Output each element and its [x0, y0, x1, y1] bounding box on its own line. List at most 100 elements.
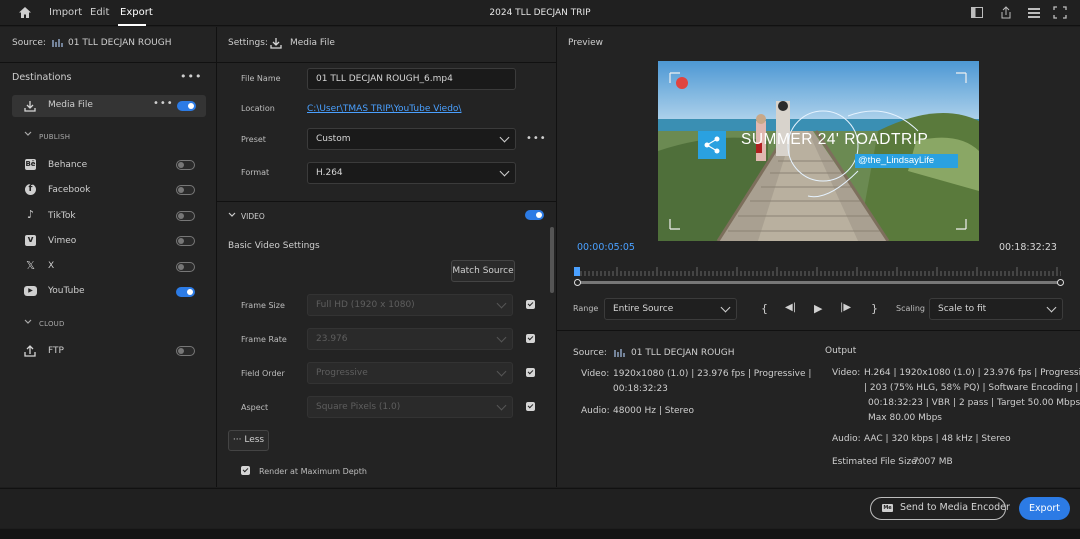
destination-behance[interactable]: Behance	[48, 160, 87, 170]
source-video-label: Video:	[581, 369, 610, 379]
format-value: H.264	[316, 168, 343, 178]
fullscreen-icon[interactable]	[1053, 6, 1067, 19]
destination-facebook[interactable]: Facebook	[48, 185, 90, 195]
media-file-toggle[interactable]	[177, 101, 196, 111]
frame-rate-checkbox[interactable]	[526, 334, 535, 343]
aspect-select[interactable]: Square Pixels (1.0)	[307, 396, 513, 418]
progress-icon[interactable]	[1027, 6, 1041, 19]
match-source-button[interactable]: Match Source	[451, 260, 515, 282]
output-video-line-2: | 203 (75% HLG, 58% PQ) | Software Encod…	[864, 383, 1079, 393]
out-point-handle[interactable]	[1057, 279, 1064, 286]
source-video-line-2: 00:18:32:23	[613, 384, 668, 394]
source-name: 01 TLL DECJAN ROUGH	[68, 38, 172, 48]
source-info-name: 01 TLL DECJAN ROUGH	[631, 348, 735, 358]
scaling-value: Scale to fit	[938, 304, 987, 314]
field-order-value: Progressive	[316, 368, 368, 378]
overlay-handle: @the_LindsayLife	[858, 155, 935, 166]
ftp-toggle[interactable]	[176, 346, 195, 356]
chevron-down-icon	[499, 132, 510, 143]
ruler-ticks	[576, 267, 1062, 276]
aspect-value: Square Pixels (1.0)	[316, 402, 401, 412]
preset-more-icon[interactable]: •••	[526, 133, 547, 144]
facebook-toggle[interactable]	[176, 185, 195, 195]
step-forward-icon[interactable]: |▶	[840, 302, 851, 313]
youtube-toggle[interactable]	[176, 287, 195, 297]
preview-panel: Preview SUMMER 24' ROADTRIP @the_Lindsay…	[557, 27, 1080, 487]
location-label: Location	[241, 104, 275, 113]
chevron-down-icon	[496, 366, 507, 377]
set-in-icon[interactable]: {	[761, 302, 768, 315]
current-timecode[interactable]: 00:00:05:05	[577, 242, 635, 253]
download-icon	[24, 101, 36, 112]
playhead[interactable]	[574, 267, 580, 276]
estimated-size-value: 7007 MB	[913, 457, 953, 467]
settings-target: Media File	[290, 38, 335, 48]
output-info-label: Output	[825, 346, 857, 356]
timeline-ruler[interactable]	[576, 267, 1062, 277]
media-file-more-icon[interactable]: •••	[153, 98, 174, 109]
preview-frame-image	[658, 61, 979, 241]
video-section-title: VIDEO	[241, 212, 265, 221]
source-info-label: Source:	[573, 348, 607, 358]
download-icon	[270, 38, 282, 49]
preset-value: Custom	[316, 134, 351, 144]
source-audio-label: Audio:	[581, 406, 610, 416]
location-link[interactable]: C:\User\TMAS TRIP\YouTube Viedo\	[307, 104, 461, 114]
sequence-icon	[52, 39, 63, 47]
video-section-chevron-icon[interactable]	[228, 212, 236, 218]
preview-title: Preview	[568, 38, 604, 48]
preset-select[interactable]: Custom	[307, 128, 516, 150]
vimeo-toggle[interactable]	[176, 236, 195, 246]
set-out-icon[interactable]: }	[871, 302, 878, 315]
frame-size-checkbox[interactable]	[526, 300, 535, 309]
file-name-input[interactable]: 01 TLL DECJAN ROUGH_6.mp4	[307, 68, 516, 90]
share-icon[interactable]	[999, 6, 1013, 19]
scaling-select[interactable]: Scale to fit	[929, 298, 1063, 320]
destination-tiktok[interactable]: TikTok	[48, 211, 76, 221]
x-toggle[interactable]	[176, 262, 195, 272]
export-button[interactable]: Export	[1019, 497, 1070, 520]
destinations-panel: Source: 01 TLL DECJAN ROUGH Destinations…	[0, 27, 216, 487]
source-label: Source:	[12, 38, 46, 48]
facebook-icon: f	[25, 184, 36, 195]
publish-chevron-icon[interactable]	[24, 131, 32, 137]
settings-scrollbar[interactable]	[550, 227, 554, 293]
range-select[interactable]: Entire Source	[604, 298, 737, 320]
less-button[interactable]: ··· Less	[228, 430, 269, 451]
destination-youtube[interactable]: YouTube	[48, 286, 85, 296]
output-audio-value: AAC | 320 kbps | 48 kHz | Stereo	[864, 434, 1011, 444]
preset-label: Preset	[241, 135, 266, 144]
frame-size-select[interactable]: Full HD (1920 x 1080)	[307, 294, 513, 316]
in-point-handle[interactable]	[574, 279, 581, 286]
destination-x[interactable]: X	[48, 261, 54, 271]
panel-icon[interactable]	[970, 6, 984, 19]
destination-media-file[interactable]: Media File •••	[12, 95, 206, 117]
top-bar: Import Edit Export 2024 TLL DECJAN TRIP	[0, 0, 1080, 26]
video-toggle[interactable]	[525, 210, 544, 220]
aspect-checkbox[interactable]	[526, 402, 535, 411]
render-max-depth-label: Render at Maximum Depth	[259, 467, 367, 476]
behance-toggle[interactable]	[176, 160, 195, 170]
chevron-down-icon	[1046, 302, 1057, 313]
output-video-line-1: H.264 | 1920x1080 (1.0) | 23.976 fps | P…	[864, 368, 1080, 378]
more-dots-icon: ···	[232, 435, 242, 445]
field-order-select[interactable]: Progressive	[307, 362, 513, 384]
cloud-chevron-icon[interactable]	[24, 319, 32, 325]
destination-vimeo[interactable]: Vimeo	[48, 236, 76, 246]
chevron-down-icon	[496, 332, 507, 343]
timeline-range-bar[interactable]	[577, 281, 1061, 284]
send-to-media-encoder-button[interactable]: Me Send to Media Encoder	[870, 497, 1010, 520]
render-max-depth-checkbox[interactable]	[241, 466, 250, 475]
output-audio-label: Audio:	[832, 434, 861, 444]
output-video-line-3: 00:18:32:23 | VBR | 2 pass | Target 50.0…	[868, 398, 1080, 408]
x-icon: 𝕏	[26, 259, 35, 272]
tiktok-toggle[interactable]	[176, 211, 195, 221]
frame-rate-select[interactable]: 23.976	[307, 328, 513, 350]
play-icon[interactable]: ▶	[814, 302, 822, 315]
destination-ftp[interactable]: FTP	[48, 346, 64, 356]
step-back-icon[interactable]: ◀|	[785, 302, 796, 313]
format-select[interactable]: H.264	[307, 162, 516, 184]
field-order-checkbox[interactable]	[526, 368, 535, 377]
source-audio-value: 48000 Hz | Stereo	[613, 406, 695, 416]
destinations-more-icon[interactable]: •••	[180, 70, 202, 83]
